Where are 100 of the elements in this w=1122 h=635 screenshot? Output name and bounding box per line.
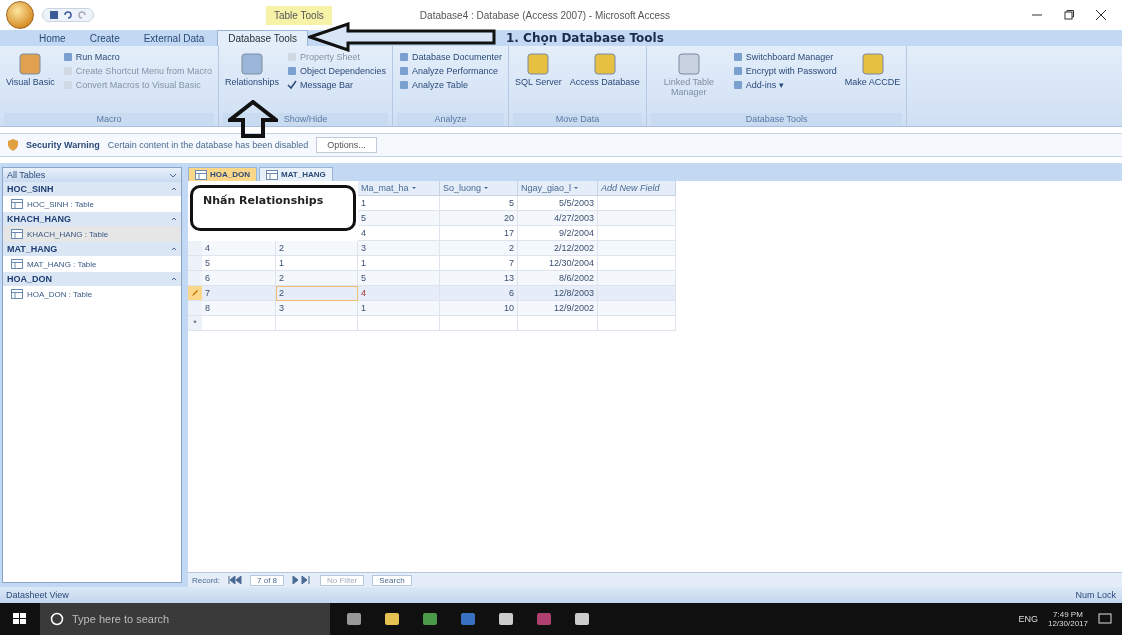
table-cell: 2 <box>276 241 358 256</box>
restore-icon[interactable] <box>1064 10 1074 20</box>
ribbon-button[interactable]: Switchboard Manager <box>730 51 839 63</box>
group-name: MAT_HANG <box>7 244 58 254</box>
collapse-icon[interactable] <box>171 216 177 222</box>
navigation-group-header[interactable]: KHACH_HANG <box>3 212 181 226</box>
group-label: Database Tools <box>650 113 903 126</box>
ribbon-large-button[interactable]: Access Database <box>567 49 642 105</box>
save-icon[interactable] <box>49 10 59 20</box>
group-name: KHACH_HANG <box>7 214 71 224</box>
table-icon <box>11 259 23 269</box>
warning-message: Certain content in the database has been disabled <box>107 140 309 150</box>
ribbon-tab[interactable]: External Data <box>132 30 216 46</box>
arrow-annotation <box>228 100 278 138</box>
app-icon[interactable] <box>498 611 514 627</box>
command-icon <box>732 52 743 62</box>
ribbon-large-button[interactable]: SQL Server <box>513 49 564 105</box>
document-tab[interactable]: HOA_DON <box>188 167 257 181</box>
clock[interactable]: 7:49 PM 12/30/2017 <box>1047 610 1088 628</box>
ribbon-large-button[interactable]: Relationships <box>222 49 281 105</box>
table-cell: 2 <box>440 241 518 256</box>
annotation-label: 1. Chọn Database Tools <box>506 31 664 45</box>
table-cell: 5 <box>440 196 518 211</box>
ribbon-button[interactable]: Analyze Performance <box>397 65 505 77</box>
group-label: Macro <box>4 113 214 126</box>
column-header[interactable]: Ma_mat_ha <box>358 181 440 196</box>
ribbon-button[interactable]: Add-ins ▾ <box>730 79 839 91</box>
ribbon-tab[interactable]: Create <box>78 30 131 46</box>
ribbon-button[interactable]: Encrypt with Password <box>730 65 839 77</box>
column-header[interactable]: Add New Field <box>598 181 676 196</box>
table-cell: 3 <box>276 301 358 316</box>
collapse-icon[interactable] <box>171 246 177 252</box>
table-cell: 4 <box>202 241 276 256</box>
table-cell: 4/27/2003 <box>518 211 598 226</box>
close-icon[interactable] <box>1096 10 1106 20</box>
collapse-icon[interactable] <box>171 186 177 192</box>
ribbon-button[interactable]: Object Dependencies <box>284 65 388 77</box>
ribbon-button[interactable]: Analyze Table <box>397 79 505 91</box>
table-cell: 1 <box>358 301 440 316</box>
new-record-marker: * <box>188 316 202 331</box>
table-cell: 13 <box>440 271 518 286</box>
task-view-icon[interactable] <box>346 611 362 627</box>
table-icon <box>11 289 23 299</box>
undo-icon[interactable] <box>63 10 73 20</box>
ribbon-tab[interactable]: Database Tools <box>217 30 309 46</box>
first-record-icon[interactable] <box>228 576 242 584</box>
ribbon-large-button[interactable]: Make ACCDE <box>842 49 903 105</box>
collapse-icon[interactable] <box>171 276 177 282</box>
notification-icon[interactable] <box>1098 612 1112 626</box>
num-lock-indicator: Num Lock <box>1075 590 1116 600</box>
navigation-pane-header[interactable]: All Tables <box>3 168 181 182</box>
ribbon-button[interactable]: Message Bar <box>284 79 388 91</box>
table-cell: 6 <box>202 271 276 286</box>
table-cell: 17 <box>440 226 518 241</box>
table-cell: 12/8/2003 <box>518 286 598 301</box>
view-label: Datasheet View <box>6 590 69 600</box>
table-cell: 8/6/2002 <box>518 271 598 286</box>
record-number-field[interactable]: 7 of 8 <box>250 574 285 586</box>
ribbon-button[interactable]: Run Macro <box>60 51 214 63</box>
command-icon <box>62 52 73 62</box>
options-button[interactable]: Options... <box>316 137 377 153</box>
navigation-group-header[interactable]: HOC_SINH <box>3 182 181 196</box>
table-cell: 12/9/2002 <box>518 301 598 316</box>
navigation-item[interactable]: KHACH_HANG : Table <box>3 226 181 242</box>
table-cell: 1 <box>276 256 358 271</box>
language-indicator[interactable]: ENG <box>1018 614 1038 624</box>
search-field[interactable]: Search <box>372 574 412 586</box>
navigation-group-header[interactable]: HOA_DON <box>3 272 181 286</box>
next-record-icon[interactable] <box>292 576 313 584</box>
navigation-pane-title: All Tables <box>7 170 46 180</box>
dropdown-icon[interactable] <box>573 185 580 191</box>
ribbon-large-button[interactable]: Visual Basic <box>4 49 57 105</box>
table-cell: 3 <box>358 241 440 256</box>
dropdown-icon[interactable] <box>483 185 490 191</box>
annotation-label: Nhấn Relationships <box>203 194 324 207</box>
table-cell: 6 <box>440 286 518 301</box>
ribbon-button[interactable]: Database Documenter <box>397 51 505 63</box>
table-cell: 2 <box>276 271 358 286</box>
column-header[interactable]: So_luong <box>440 181 518 196</box>
warning-title: Security Warning <box>26 140 100 150</box>
table-cell: 4 <box>358 286 440 301</box>
table-cell: 7 <box>202 286 276 301</box>
ribbon-tab[interactable]: Home <box>28 30 77 46</box>
cortana-icon <box>50 612 64 626</box>
app-icon[interactable] <box>574 611 590 627</box>
pencil-icon <box>191 289 199 297</box>
group-label: Analyze <box>397 113 505 126</box>
context-tab-label: Table Tools <box>266 5 332 25</box>
taskbar-search-field[interactable]: Type here to search <box>40 603 330 635</box>
table-cell: 20 <box>440 211 518 226</box>
table-cell: 9/2/2004 <box>518 226 598 241</box>
table-cell: 12/30/2004 <box>518 256 598 271</box>
column-header[interactable]: Ngay_giao_l <box>518 181 598 196</box>
document-tab[interactable]: MAT_HANG <box>259 167 333 181</box>
office-button[interactable] <box>6 1 34 29</box>
dropdown-icon[interactable] <box>410 185 417 191</box>
command-icon <box>732 66 743 76</box>
command-icon <box>732 80 743 90</box>
table-cell: 5 <box>202 256 276 271</box>
navigation-group-header[interactable]: MAT_HANG <box>3 242 181 256</box>
